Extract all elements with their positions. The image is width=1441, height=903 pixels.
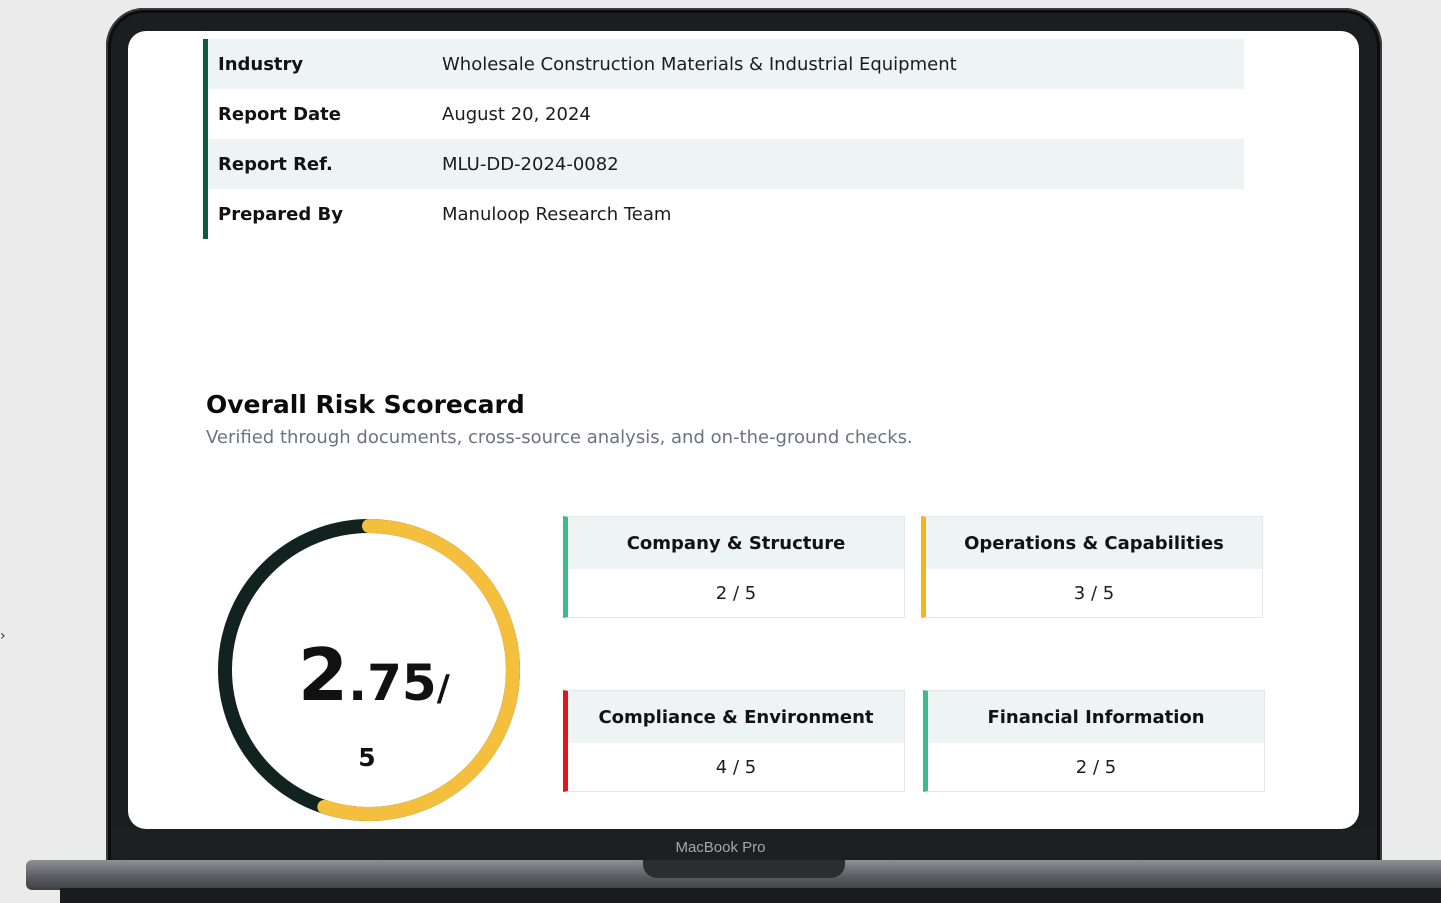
device-mockup: › Industry Wholesale Construction Materi… — [0, 0, 1441, 903]
category-name: Operations & Capabilities — [926, 517, 1262, 569]
details-label: Report Ref. — [218, 153, 333, 175]
details-row-report-date: Report Date August 20, 2024 — [208, 89, 1244, 139]
category-card-operations-capabilities: Operations & Capabilities 3 / 5 — [921, 516, 1263, 618]
report-screen: Industry Wholesale Construction Material… — [128, 31, 1359, 829]
details-label: Industry — [218, 53, 304, 75]
details-label: Prepared By — [218, 203, 343, 225]
category-name: Company & Structure — [568, 517, 904, 569]
category-score: 2 / 5 — [1075, 756, 1117, 778]
category-card-company-structure: Company & Structure 2 / 5 — [563, 516, 905, 618]
mouse-cursor-icon: › — [0, 628, 6, 644]
overall-score-slash: / — [437, 668, 451, 709]
category-card-compliance-environment: Compliance & Environment 4 / 5 — [563, 690, 905, 792]
category-name: Financial Information — [928, 691, 1264, 743]
details-value: Wholesale Construction Materials & Indus… — [442, 53, 957, 75]
overall-score-decimal: .75 — [348, 654, 437, 712]
category-score: 3 / 5 — [1073, 582, 1115, 604]
details-value: MLU-DD-2024-0082 — [442, 153, 619, 175]
laptop-base-lip — [60, 888, 1441, 903]
report-details-table: Industry Wholesale Construction Material… — [203, 39, 1244, 239]
overall-score-max: 5 — [358, 743, 375, 772]
laptop-notch — [643, 860, 845, 878]
category-score: 4 / 5 — [715, 756, 757, 778]
overall-score-text: 2.75/ — [298, 633, 451, 717]
details-label: Report Date — [218, 103, 341, 125]
category-card-financial-information: Financial Information 2 / 5 — [923, 690, 1265, 792]
scorecard-title: Overall Risk Scorecard — [206, 390, 525, 419]
scorecard-subtitle: Verified through documents, cross-source… — [206, 427, 913, 448]
category-score: 2 / 5 — [715, 582, 757, 604]
details-row-industry: Industry Wholesale Construction Material… — [208, 39, 1244, 89]
details-value: Manuloop Research Team — [442, 203, 672, 225]
laptop-model-label: MacBook Pro — [675, 839, 766, 856]
details-row-prepared-by: Prepared By Manuloop Research Team — [208, 189, 1244, 239]
details-row-report-ref: Report Ref. MLU-DD-2024-0082 — [208, 139, 1244, 189]
category-name: Compliance & Environment — [568, 691, 904, 743]
details-value: August 20, 2024 — [442, 103, 591, 125]
overall-score-integer: 2 — [298, 633, 348, 717]
overall-score-gauge: 2.75/ 5 — [218, 519, 520, 821]
